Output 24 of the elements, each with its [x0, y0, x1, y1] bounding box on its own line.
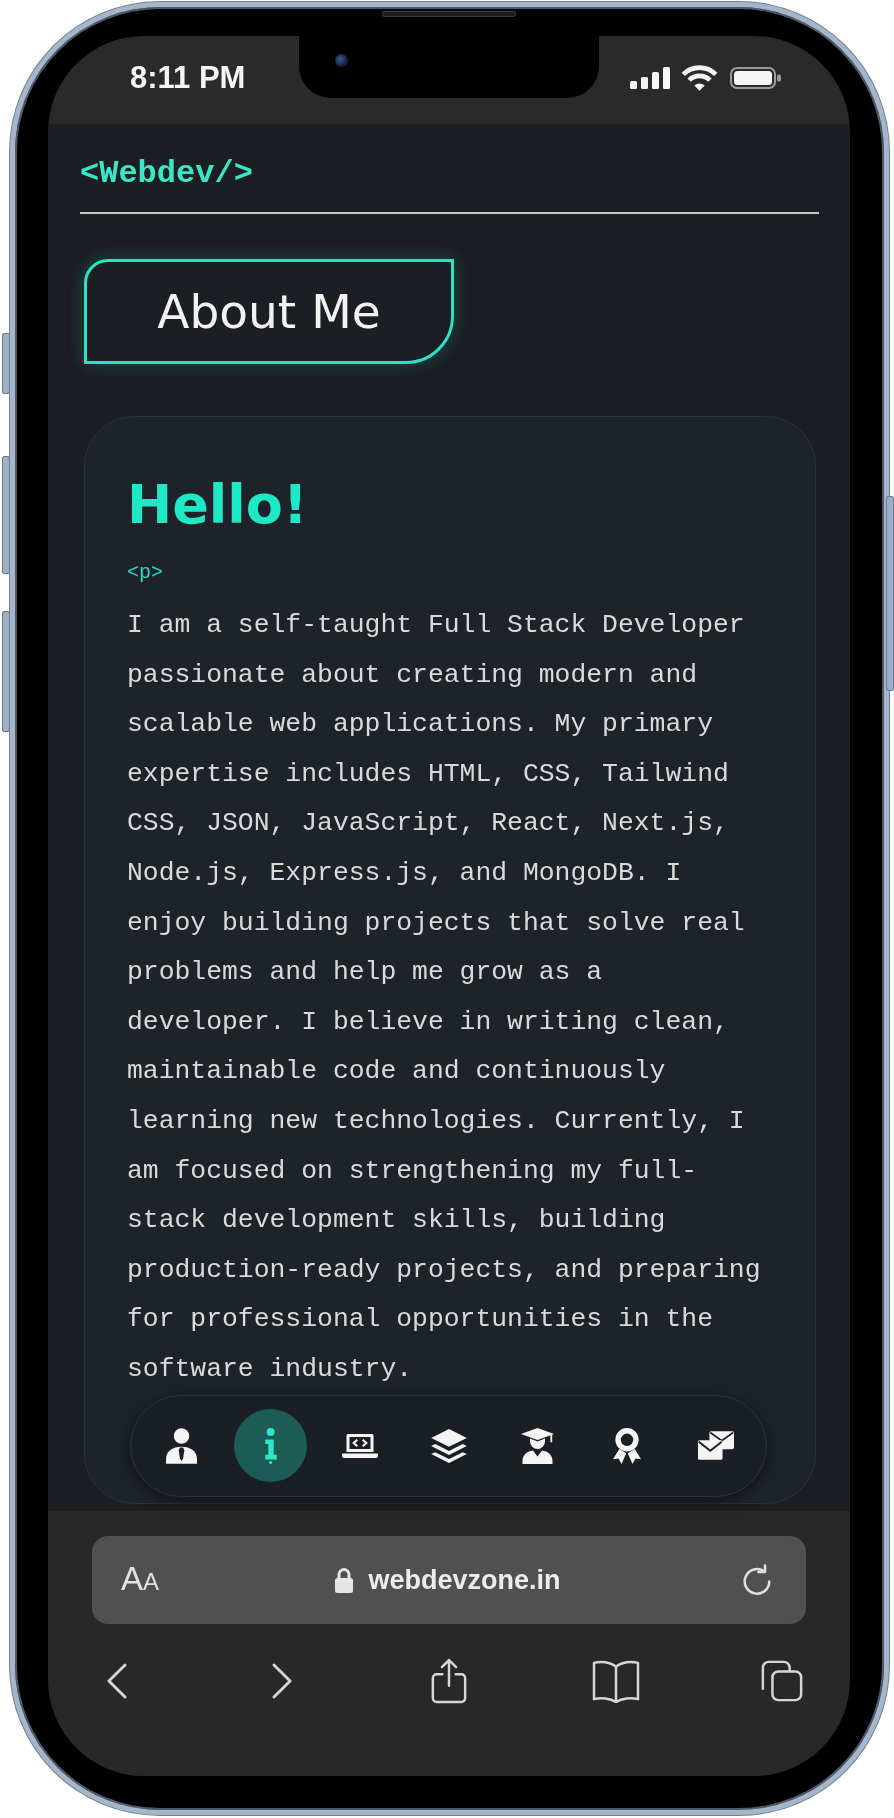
laptop-code-icon	[341, 1433, 378, 1458]
wifi-icon	[681, 65, 718, 91]
status-time: 8:11 PM	[130, 60, 246, 96]
about-paragraph: I am a self-taught Full Stack Developer passionate about creating modern and scalable web applications. My primary expertise includes HTML, CSS, Tailwind CSS, JSON, JavaScript, React, Next.js, Node.js, Express.js, and MongoDB. I enjoy building projects that solve real problems and help me grow as a developer. I believe in writing clean, maintainable code and continuously learning new technologies. Currently, I am focused on strengthening my full-stack development skills, building production-ready projects, and preparing for professional opportunities in the software industry.	[127, 609, 762, 1386]
graduate-icon	[521, 1427, 554, 1464]
layers-icon	[430, 1428, 467, 1463]
address-bar[interactable]: AA webdevzone.in	[92, 1536, 806, 1624]
signal-icon	[630, 67, 670, 89]
section-heading: About Me	[84, 259, 454, 364]
info-icon	[264, 1427, 277, 1464]
text-size-button[interactable]: AA	[121, 1560, 160, 1600]
share-icon[interactable]	[430, 1657, 468, 1705]
award-ribbon-icon	[612, 1427, 641, 1464]
site-logo[interactable]: <Webdev/>	[80, 154, 253, 194]
url-text: webdevzone.in	[368, 1564, 561, 1596]
user-icon	[166, 1427, 197, 1464]
chevron-right-icon[interactable]	[271, 1663, 294, 1699]
envelopes-icon	[697, 1431, 734, 1460]
code-tag: <p>	[127, 559, 163, 587]
card-heading: Hello!	[127, 473, 308, 537]
battery-icon	[730, 67, 781, 89]
camera-icon	[335, 54, 348, 67]
open-book-icon[interactable]	[590, 1659, 641, 1703]
tabs-icon[interactable]	[760, 1659, 804, 1703]
